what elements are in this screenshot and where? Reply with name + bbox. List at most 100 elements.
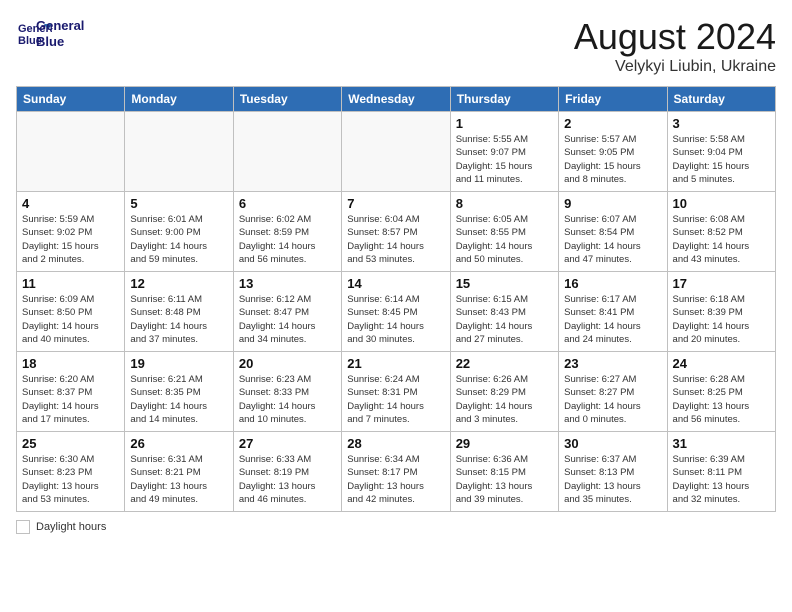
day-number: 16: [564, 276, 661, 291]
day-number: 21: [347, 356, 444, 371]
calendar-cell: 5 Sunrise: 6:01 AM Sunset: 9:00 PM Daylig…: [125, 192, 233, 272]
calendar-cell: 31Sunrise: 6:39 AM Sunset: 8:11 PM Dayli…: [667, 432, 775, 512]
day-info: Sunrise: 6:34 AM Sunset: 8:17 PM Dayligh…: [347, 453, 444, 506]
calendar-week-2: 4 Sunrise: 5:59 AM Sunset: 9:02 PM Daylig…: [17, 192, 776, 272]
day-info: Sunrise: 6:15 AM Sunset: 8:43 PM Dayligh…: [456, 293, 553, 346]
calendar-cell: 6 Sunrise: 6:02 AM Sunset: 8:59 PM Daylig…: [233, 192, 341, 272]
calendar-week-5: 25 Sunrise: 6:30 AM Sunset: 8:23 PM Dayli…: [17, 432, 776, 512]
day-info: Sunrise: 6:39 AM Sunset: 8:11 PM Dayligh…: [673, 453, 770, 506]
day-number: 27: [239, 436, 336, 451]
calendar-cell: 22 Sunrise: 6:26 AM Sunset: 8:29 PM Dayli…: [450, 352, 558, 432]
calendar-cell: 27 Sunrise: 6:33 AM Sunset: 8:19 PM Dayli…: [233, 432, 341, 512]
day-number: 28: [347, 436, 444, 451]
day-info: Sunrise: 5:58 AM Sunset: 9:04 PM Dayligh…: [673, 133, 770, 186]
calendar-cell: [342, 112, 450, 192]
day-number: 20: [239, 356, 336, 371]
calendar-cell: 11Sunrise: 6:09 AM Sunset: 8:50 PM Dayli…: [17, 272, 125, 352]
day-number: 23: [564, 356, 661, 371]
day-number: 29: [456, 436, 553, 451]
col-monday: Monday: [125, 87, 233, 112]
title-area: August 2024 Velykyi Liubin, Ukraine: [574, 16, 776, 76]
calendar-cell: 30 Sunrise: 6:37 AM Sunset: 8:13 PM Dayli…: [559, 432, 667, 512]
day-info: Sunrise: 6:23 AM Sunset: 8:33 PM Dayligh…: [239, 373, 336, 426]
col-tuesday: Tuesday: [233, 87, 341, 112]
day-number: 12: [130, 276, 227, 291]
day-number: 17: [673, 276, 770, 291]
calendar-cell: 1Sunrise: 5:55 AM Sunset: 9:07 PM Daylig…: [450, 112, 558, 192]
calendar-week-3: 11Sunrise: 6:09 AM Sunset: 8:50 PM Dayli…: [17, 272, 776, 352]
calendar-cell: [17, 112, 125, 192]
calendar-cell: 23 Sunrise: 6:27 AM Sunset: 8:27 PM Dayli…: [559, 352, 667, 432]
calendar-cell: 13 Sunrise: 6:12 AM Sunset: 8:47 PM Dayli…: [233, 272, 341, 352]
day-number: 25: [22, 436, 119, 451]
col-wednesday: Wednesday: [342, 87, 450, 112]
calendar-cell: 15 Sunrise: 6:15 AM Sunset: 8:43 PM Dayli…: [450, 272, 558, 352]
day-number: 19: [130, 356, 227, 371]
calendar-cell: 14 Sunrise: 6:14 AM Sunset: 8:45 PM Dayli…: [342, 272, 450, 352]
legend-label: Daylight hours: [36, 521, 106, 533]
calendar-cell: [125, 112, 233, 192]
day-info: Sunrise: 6:04 AM Sunset: 8:57 PM Dayligh…: [347, 213, 444, 266]
calendar-cell: 26Sunrise: 6:31 AM Sunset: 8:21 PM Dayli…: [125, 432, 233, 512]
calendar-cell: 7 Sunrise: 6:04 AM Sunset: 8:57 PM Daylig…: [342, 192, 450, 272]
day-info: Sunrise: 6:02 AM Sunset: 8:59 PM Dayligh…: [239, 213, 336, 266]
day-number: 6: [239, 196, 336, 211]
col-thursday: Thursday: [450, 87, 558, 112]
day-info: Sunrise: 5:57 AM Sunset: 9:05 PM Dayligh…: [564, 133, 661, 186]
calendar-cell: 18Sunrise: 6:20 AM Sunset: 8:37 PM Dayli…: [17, 352, 125, 432]
day-info: Sunrise: 6:08 AM Sunset: 8:52 PM Dayligh…: [673, 213, 770, 266]
day-info: Sunrise: 5:55 AM Sunset: 9:07 PM Dayligh…: [456, 133, 553, 186]
day-number: 5: [130, 196, 227, 211]
calendar-cell: 17 Sunrise: 6:18 AM Sunset: 8:39 PM Dayli…: [667, 272, 775, 352]
day-info: Sunrise: 6:37 AM Sunset: 8:13 PM Dayligh…: [564, 453, 661, 506]
logo-line1: General: [36, 18, 84, 34]
day-number: 15: [456, 276, 553, 291]
day-number: 26: [130, 436, 227, 451]
day-number: 18: [22, 356, 119, 371]
day-info: Sunrise: 6:14 AM Sunset: 8:45 PM Dayligh…: [347, 293, 444, 346]
day-info: Sunrise: 6:27 AM Sunset: 8:27 PM Dayligh…: [564, 373, 661, 426]
calendar-cell: 29Sunrise: 6:36 AM Sunset: 8:15 PM Dayli…: [450, 432, 558, 512]
calendar-cell: 25 Sunrise: 6:30 AM Sunset: 8:23 PM Dayli…: [17, 432, 125, 512]
day-info: Sunrise: 6:30 AM Sunset: 8:23 PM Dayligh…: [22, 453, 119, 506]
calendar-table: Sunday Monday Tuesday Wednesday Thursday…: [16, 86, 776, 512]
calendar-cell: 16 Sunrise: 6:17 AM Sunset: 8:41 PM Dayli…: [559, 272, 667, 352]
day-info: Sunrise: 6:11 AM Sunset: 8:48 PM Dayligh…: [130, 293, 227, 346]
calendar-week-4: 18Sunrise: 6:20 AM Sunset: 8:37 PM Dayli…: [17, 352, 776, 432]
day-info: Sunrise: 6:01 AM Sunset: 9:00 PM Dayligh…: [130, 213, 227, 266]
day-number: 8: [456, 196, 553, 211]
day-number: 4: [22, 196, 119, 211]
header: General Blue General Blue August 2024 Ve…: [16, 16, 776, 76]
day-info: Sunrise: 6:12 AM Sunset: 8:47 PM Dayligh…: [239, 293, 336, 346]
calendar-cell: 10 Sunrise: 6:08 AM Sunset: 8:52 PM Dayli…: [667, 192, 775, 272]
header-row: Sunday Monday Tuesday Wednesday Thursday…: [17, 87, 776, 112]
calendar-week-1: 1Sunrise: 5:55 AM Sunset: 9:07 PM Daylig…: [17, 112, 776, 192]
day-number: 14: [347, 276, 444, 291]
calendar-cell: 21 Sunrise: 6:24 AM Sunset: 8:31 PM Dayli…: [342, 352, 450, 432]
legend-box: [16, 520, 30, 534]
day-info: Sunrise: 6:28 AM Sunset: 8:25 PM Dayligh…: [673, 373, 770, 426]
day-number: 22: [456, 356, 553, 371]
day-info: Sunrise: 6:24 AM Sunset: 8:31 PM Dayligh…: [347, 373, 444, 426]
day-number: 3: [673, 116, 770, 131]
calendar-body: 1Sunrise: 5:55 AM Sunset: 9:07 PM Daylig…: [17, 112, 776, 512]
calendar-cell: 3 Sunrise: 5:58 AM Sunset: 9:04 PM Daylig…: [667, 112, 775, 192]
day-number: 30: [564, 436, 661, 451]
day-info: Sunrise: 6:33 AM Sunset: 8:19 PM Dayligh…: [239, 453, 336, 506]
day-info: Sunrise: 6:07 AM Sunset: 8:54 PM Dayligh…: [564, 213, 661, 266]
day-info: Sunrise: 5:59 AM Sunset: 9:02 PM Dayligh…: [22, 213, 119, 266]
logo-line2: Blue: [36, 34, 84, 50]
day-info: Sunrise: 6:26 AM Sunset: 8:29 PM Dayligh…: [456, 373, 553, 426]
day-number: 9: [564, 196, 661, 211]
day-info: Sunrise: 6:17 AM Sunset: 8:41 PM Dayligh…: [564, 293, 661, 346]
calendar-cell: 20 Sunrise: 6:23 AM Sunset: 8:33 PM Dayli…: [233, 352, 341, 432]
calendar-cell: 4 Sunrise: 5:59 AM Sunset: 9:02 PM Daylig…: [17, 192, 125, 272]
calendar-cell: 9 Sunrise: 6:07 AM Sunset: 8:54 PM Daylig…: [559, 192, 667, 272]
day-number: 7: [347, 196, 444, 211]
col-friday: Friday: [559, 87, 667, 112]
day-number: 13: [239, 276, 336, 291]
day-number: 11: [22, 276, 119, 291]
day-info: Sunrise: 6:18 AM Sunset: 8:39 PM Dayligh…: [673, 293, 770, 346]
day-number: 10: [673, 196, 770, 211]
day-info: Sunrise: 6:21 AM Sunset: 8:35 PM Dayligh…: [130, 373, 227, 426]
